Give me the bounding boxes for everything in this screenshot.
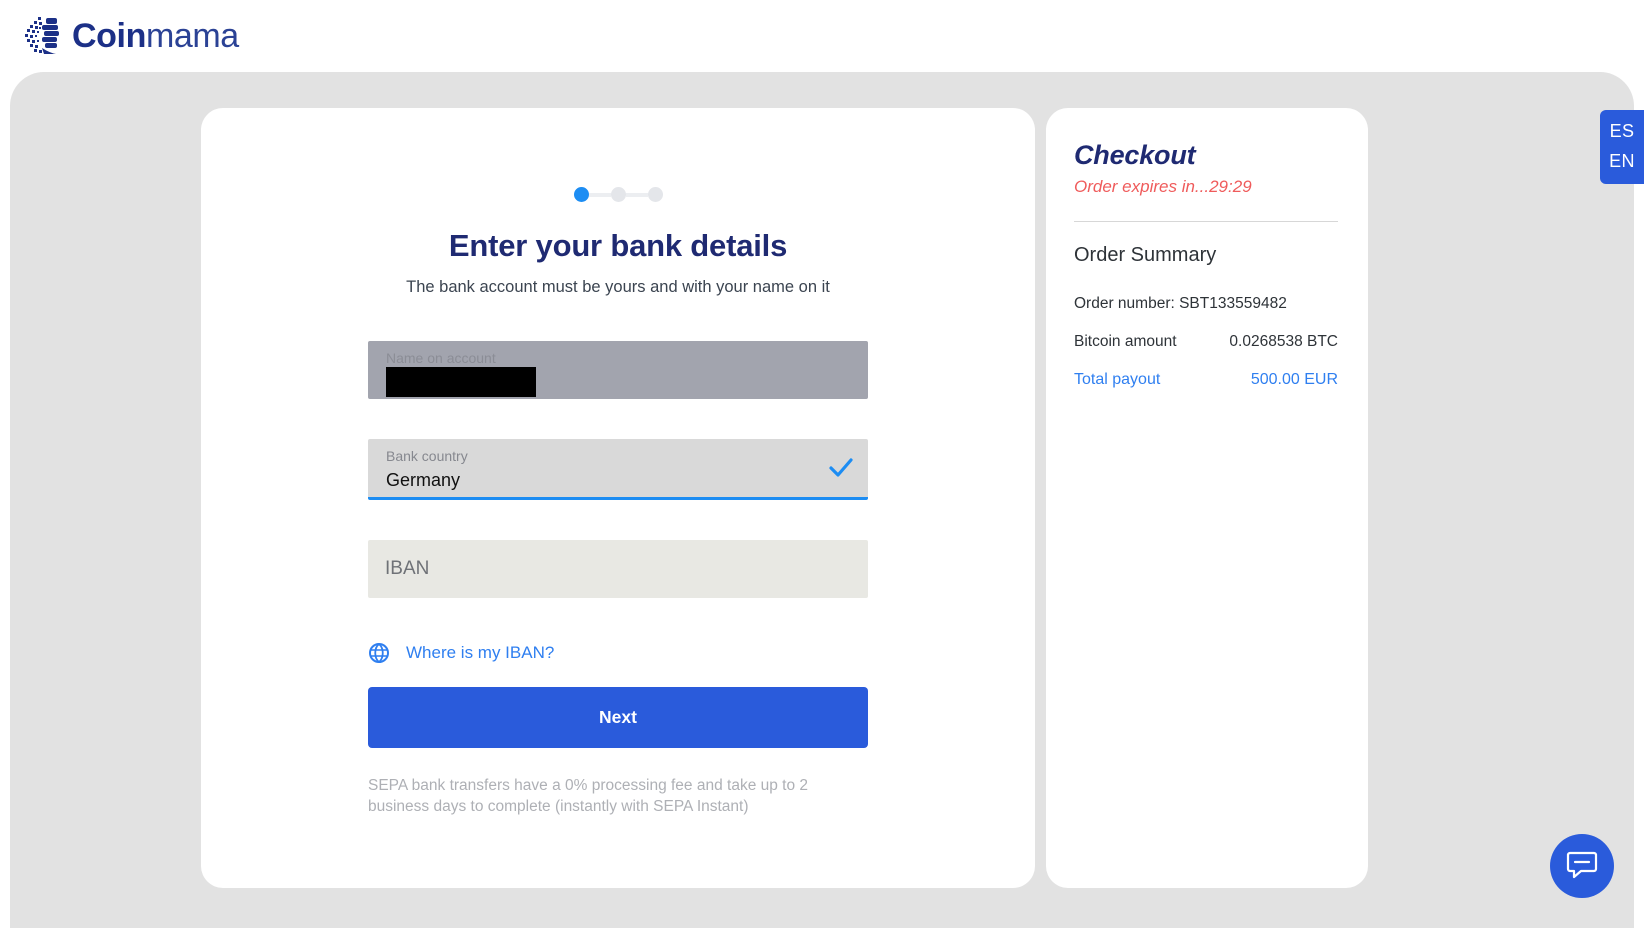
bank-country-value: Germany <box>386 470 461 490</box>
step-connector-1 <box>588 192 611 197</box>
step-dot-3[interactable] <box>647 187 663 202</box>
checkout-title: Checkout <box>1074 140 1196 170</box>
checkout-card: Checkout Order expires in...29:29 Order … <box>1046 108 1368 888</box>
summary-label-bitcoin-amount: Bitcoin amount <box>1074 333 1177 350</box>
summary-value-bitcoin-amount: 0.0268538 BTC <box>1229 333 1338 350</box>
bank-country-field[interactable]: Bank country Germany <box>368 439 868 500</box>
summary-row-bitcoin-amount: Bitcoin amount 0.0268538 BTC <box>1074 333 1338 351</box>
help-globe-icon <box>368 642 390 664</box>
page-title: Enter your bank details <box>448 228 788 263</box>
sepa-fineprint: SEPA bank transfers have a 0% processing… <box>368 777 809 815</box>
page-subtitle: The bank account must be yours and with … <box>406 278 830 296</box>
check-icon <box>828 455 854 481</box>
next-button[interactable]: Next <box>368 687 868 748</box>
step-dot-1[interactable] <box>573 187 589 202</box>
language-switcher[interactable]: ES EN <box>1600 110 1644 184</box>
where-is-my-iban-label: Where is my IBAN? <box>406 643 555 662</box>
logo-text-light: mama <box>145 16 239 55</box>
bank-country-label: Bank country <box>386 448 468 464</box>
step-connector-2 <box>625 192 648 197</box>
step-dot-2[interactable] <box>610 187 626 202</box>
site-header: Coinmama <box>0 0 1644 72</box>
order-expiry-timer: Order expires in...29:29 <box>1074 177 1252 196</box>
name-on-account-label: Name on account <box>386 350 496 366</box>
order-number: Order number: SBT133559482 <box>1074 295 1287 312</box>
where-is-my-iban-link[interactable]: Where is my IBAN? <box>368 642 868 664</box>
language-option-en[interactable]: EN <box>1600 146 1644 176</box>
chat-bubble-icon <box>1565 847 1599 886</box>
step-indicator <box>201 187 1035 202</box>
summary-value-total-payout: 500.00 EUR <box>1250 371 1338 388</box>
coinmama-wordmark: Coinmama <box>72 17 239 56</box>
logo-text-bold: Coin <box>72 16 146 55</box>
bank-details-card: Enter your bank details The bank account… <box>201 108 1035 888</box>
chat-widget-button[interactable] <box>1550 834 1614 898</box>
page-root: Coinmama ES EN Enter your bank details T… <box>0 0 1644 928</box>
summary-row-total-payout: Total payout 500.00 EUR <box>1074 371 1338 389</box>
name-on-account-field[interactable]: Name on account <box>368 341 868 399</box>
bank-details-form: Name on account Bank country Germany IBA… <box>368 297 868 817</box>
iban-field[interactable]: IBAN <box>368 540 868 598</box>
iban-placeholder: IBAN <box>385 558 430 579</box>
summary-label-total-payout[interactable]: Total payout <box>1074 371 1160 389</box>
name-on-account-redacted-value <box>386 367 536 397</box>
coinmama-logo-icon <box>22 14 62 58</box>
checkout-divider <box>1074 221 1338 222</box>
coinmama-logo[interactable]: Coinmama <box>22 14 239 58</box>
order-summary-title: Order Summary <box>1074 244 1217 266</box>
language-option-es[interactable]: ES <box>1600 116 1644 146</box>
